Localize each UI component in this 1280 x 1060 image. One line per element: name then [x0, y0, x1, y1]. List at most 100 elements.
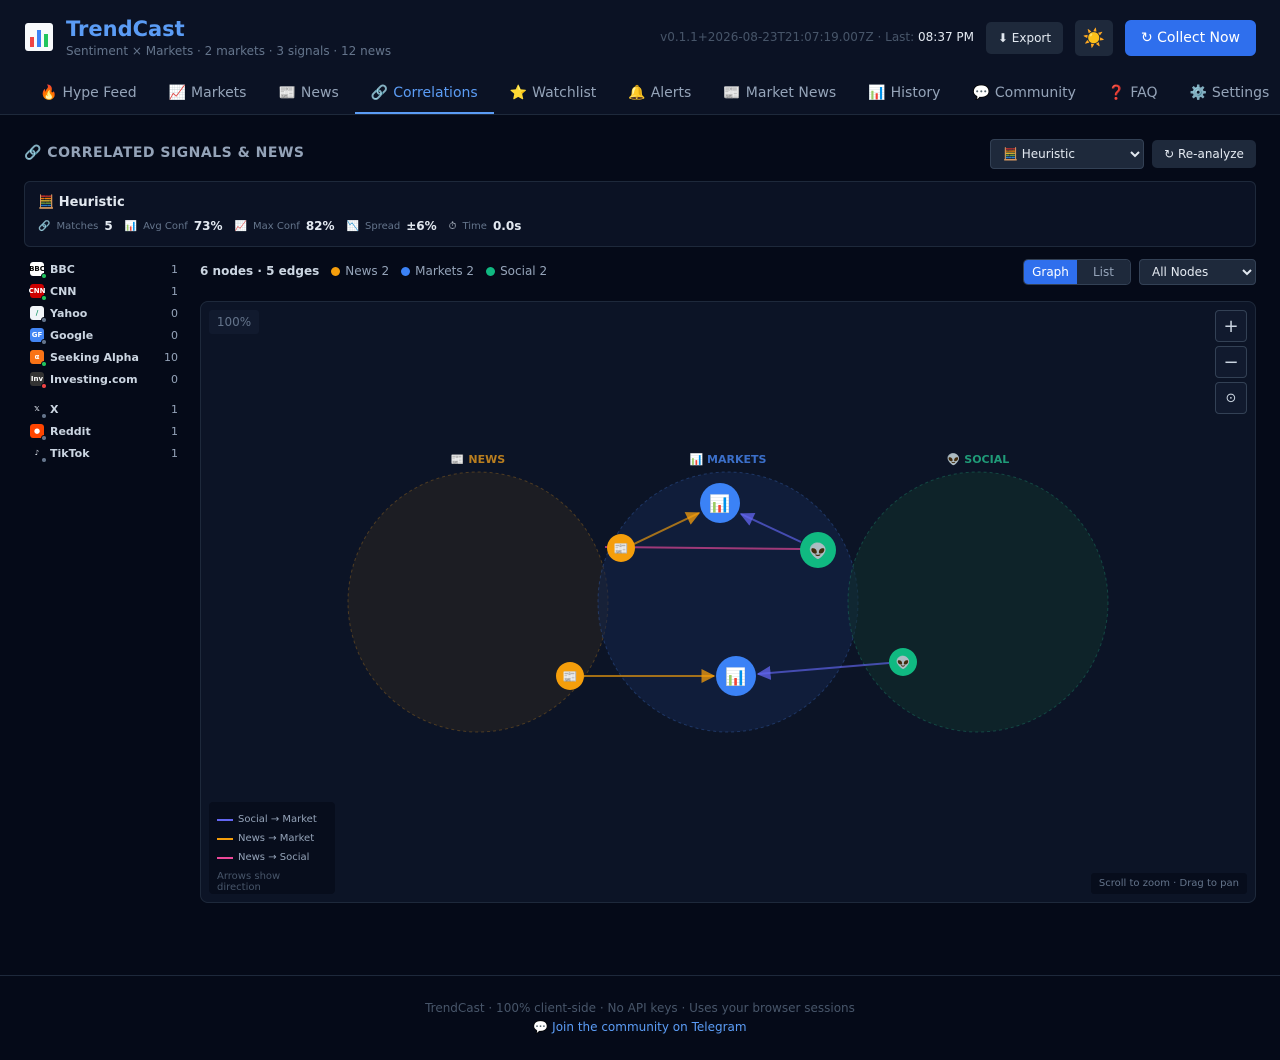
logo-glyph: ●	[33, 427, 41, 435]
source-cnn[interactable]: CNN CNN 1	[28, 280, 180, 302]
source-name: TikTok	[50, 446, 90, 460]
view-list-button[interactable]: List	[1077, 260, 1130, 284]
tab-history[interactable]: 📊 History	[852, 76, 956, 114]
investing-com-logo-icon: Inv	[30, 372, 47, 389]
status-dot	[41, 295, 47, 301]
zoom-out-button[interactable]: −	[1215, 346, 1247, 378]
graph-canvas[interactable]: 📰 NEWS 📊 MARKETS 👽 SOCIAL 📊 📰 👽 📰 📊 👽	[201, 302, 1256, 903]
node-filter-select[interactable]: All Nodes	[1139, 259, 1256, 285]
view-graph-button[interactable]: Graph	[1024, 260, 1077, 284]
source-count: 0	[171, 372, 178, 386]
telegram-link[interactable]: 💬 Join the community on Telegram	[0, 1020, 1280, 1034]
source-name: Reddit	[50, 424, 91, 438]
source-seeking-alpha[interactable]: α Seeking Alpha 10	[30, 346, 180, 368]
main-tabs: 🔥 Hype Feed 📈 Markets 📰 News 🔗 Correlations ⭐ Wat…	[24, 76, 1280, 115]
algorithm-select[interactable]: 🧮 Heuristic	[990, 139, 1144, 169]
stat-icon: 📈	[234, 220, 247, 232]
tab-icon: 🔥	[40, 85, 58, 101]
source-investing-com[interactable]: Inv Investing.com 0	[30, 368, 180, 390]
edge-legend-label: Social → Market	[238, 814, 317, 825]
source-google[interactable]: GF Google 0	[30, 324, 180, 346]
tab-community[interactable]: 💬 Community	[956, 76, 1091, 114]
export-button[interactable]: ⬇ Export	[986, 22, 1063, 54]
cluster-label-markets: 📊 MARKETS	[690, 453, 767, 466]
stat-spread: 📉 Spread ±6%	[347, 219, 437, 233]
source-name: Seeking Alpha	[50, 350, 139, 364]
zoom-in-button[interactable]: +	[1215, 310, 1247, 342]
edge-legend-item: News → Market	[217, 829, 327, 848]
seeking-alpha-logo-icon: α	[30, 350, 47, 367]
tab-market-news[interactable]: 📰 Market News	[707, 76, 852, 114]
google-logo-icon: GF	[30, 328, 47, 345]
source-list: BBC BBC 1 CNN CNN 1 / Yahoo 0 GF Google 0 α Seeking A…	[28, 258, 180, 464]
stat-value: 82%	[305, 219, 335, 233]
tab-correlations[interactable]: 🔗 Correlations	[354, 76, 494, 114]
source-x[interactable]: 𝕏 X 1	[30, 398, 180, 420]
tab-news[interactable]: 📰 News	[262, 76, 354, 114]
tab-label: Watchlist	[532, 85, 597, 101]
stat-avg-conf: 📊 Avg Conf 73%	[125, 219, 223, 233]
market-node-icon: 📊	[709, 493, 730, 514]
theme-toggle-sun-icon[interactable]: ☀️	[1075, 20, 1113, 56]
stat-value: 5	[104, 219, 113, 233]
tab-hype-feed[interactable]: 🔥 Hype Feed	[24, 76, 153, 114]
tab-markets[interactable]: 📈 Markets	[153, 76, 263, 114]
tab-alerts[interactable]: 🔔 Alerts	[612, 76, 707, 114]
app-header: TrendCast Sentiment × Markets · 2 market…	[0, 0, 1280, 115]
version-text: v0.1.1+2026-08-23T21:07:19.007Z · Last:	[660, 30, 918, 44]
edge-legend-item: Social → Market	[217, 810, 327, 829]
logo-glyph: α	[34, 353, 40, 361]
logo-glyph: Inv	[30, 375, 44, 383]
stat-label: Matches	[56, 220, 99, 232]
legend-dot-icon	[486, 266, 496, 276]
edge-swatch	[217, 837, 233, 840]
tab-icon: 🔗	[370, 85, 389, 101]
source-count: 1	[171, 262, 178, 276]
logo-glyph: GF	[31, 331, 43, 339]
edge-legend-label: News → Social	[238, 852, 310, 863]
status-dot	[41, 383, 47, 389]
tab-icon: ⚙️	[1189, 85, 1207, 101]
logo-glyph: CNN	[28, 287, 46, 295]
tab-label: Community	[994, 85, 1076, 101]
collect-now-button[interactable]: ↻ Collect Now	[1125, 20, 1256, 56]
tab-watchlist[interactable]: ⭐ Watchlist	[494, 76, 613, 114]
stat-time: ⏱ Time 0.0s	[449, 219, 522, 233]
edge-legend-note: Arrows show direction	[217, 871, 281, 893]
source-bbc[interactable]: BBC BBC 1	[29, 258, 180, 280]
tab-label: Settings	[1211, 85, 1270, 101]
logo-glyph: ♪	[34, 449, 40, 457]
stat-icon: 📉	[346, 220, 359, 232]
legend-label: Social 2	[500, 264, 548, 278]
tab-icon: ⭐	[509, 85, 528, 101]
tab-faq[interactable]: ❓ FAQ	[1092, 76, 1174, 114]
legend-social: Social 2	[486, 264, 547, 278]
graph-hint: Scroll to zoom · Drag to pan	[1090, 873, 1247, 894]
source-name: CNN	[50, 284, 77, 298]
tab-icon: 📈	[168, 85, 187, 101]
source-count: 0	[171, 328, 178, 342]
stat-icon: 📊	[124, 220, 138, 232]
source-tiktok[interactable]: ♪ TikTok 1	[30, 442, 180, 464]
source-name: Google	[50, 328, 94, 342]
reset-view-icon[interactable]: ⊙	[1215, 382, 1247, 414]
correlation-graph[interactable]: 📰 NEWS 📊 MARKETS 👽 SOCIAL 📊 📰 👽 📰 📊 👽 100% + − ⊙…	[200, 301, 1256, 903]
source-reddit[interactable]: ● Reddit 1	[30, 420, 180, 442]
status-dot	[41, 339, 47, 345]
reddit-logo-icon: ●	[30, 424, 47, 441]
tab-label: News	[300, 85, 339, 101]
reanalyze-button[interactable]: ↻ Re-analyze	[1152, 140, 1256, 168]
source-name: BBC	[50, 262, 75, 276]
legend-markets: Markets 2	[401, 264, 474, 278]
legend-label: News 2	[345, 264, 390, 278]
source-count: 1	[171, 446, 178, 460]
tab-settings[interactable]: ⚙️ Settings	[1173, 76, 1280, 114]
status-dot	[41, 457, 47, 463]
edge-swatch	[217, 856, 233, 859]
section-title: 🔗 CORRELATED SIGNALS & NEWS	[24, 145, 305, 161]
version-info: v0.1.1+2026-08-23T21:07:19.007Z · Last: …	[660, 30, 974, 44]
source-yahoo[interactable]: / Yahoo 0	[30, 302, 180, 324]
tab-icon: 💬	[972, 85, 990, 101]
logo-glyph: BBC	[29, 265, 45, 273]
cluster-label-social: 👽 SOCIAL	[947, 452, 1010, 466]
